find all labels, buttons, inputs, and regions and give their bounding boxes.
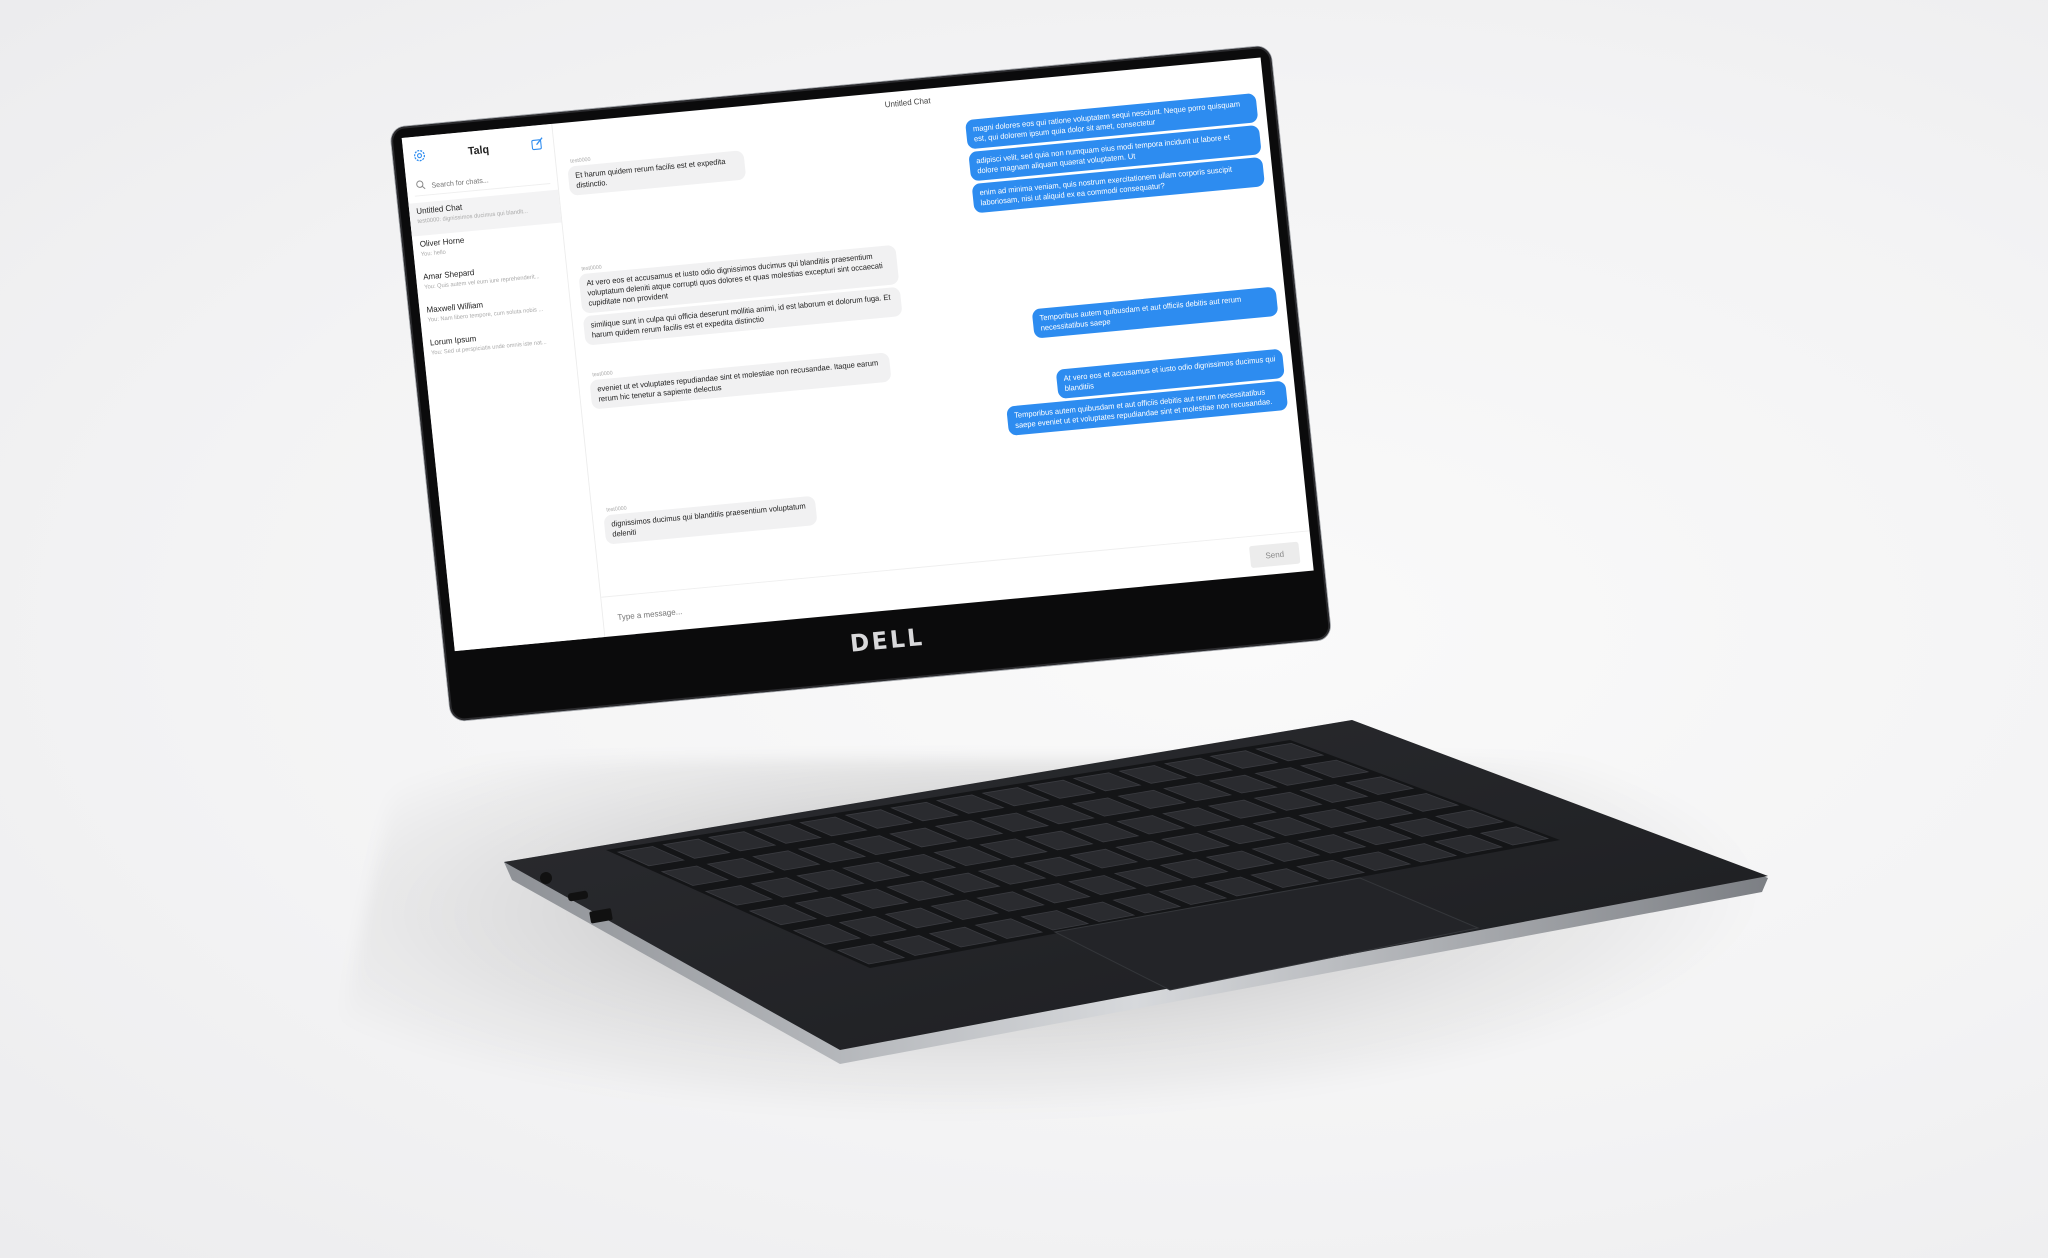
- keyboard-key: [838, 915, 908, 937]
- keyboard-key: [1207, 799, 1277, 819]
- keyboard-key: [1206, 824, 1276, 845]
- keyboard-key: [1116, 815, 1186, 835]
- keyboard-key: [887, 853, 957, 874]
- incoming-message-group: test0000 dignissimos ducimus qui blandit…: [603, 488, 818, 547]
- keyboard-key: [1344, 800, 1414, 820]
- keyboard-key: [1300, 759, 1370, 779]
- keyboard-key: [1022, 883, 1091, 904]
- keyboard-key: [1205, 850, 1275, 871]
- keyboard-key: [1297, 834, 1367, 854]
- keyboard-key: [1067, 875, 1137, 896]
- keyboard-key: [1071, 797, 1141, 817]
- keyboard-key: [1160, 832, 1230, 853]
- chat-list: Untitled Chat test0000: dignissimos duci…: [408, 189, 575, 368]
- keyboard-key: [931, 872, 1001, 893]
- keyboard-key: [1389, 793, 1460, 812]
- keyboard-key: [1162, 807, 1232, 827]
- keyboard-key: [1024, 830, 1094, 851]
- keyboard-key: [1433, 834, 1504, 854]
- keyboard-key: [1158, 884, 1228, 905]
- keyboard-key: [1434, 809, 1505, 829]
- keyboard-key: [1204, 876, 1274, 897]
- keyboard-key: [840, 888, 909, 909]
- keyboard-key: [1069, 848, 1139, 869]
- product-photo-stage: DELL Talq Search for chats... Untitled C…: [0, 0, 2048, 1258]
- keyboard-key: [1162, 782, 1233, 802]
- keyboard-key: [1066, 901, 1136, 922]
- laptop-lid: DELL Talq Search for chats... Untitled C…: [390, 45, 1332, 722]
- keyboard-key: [1113, 866, 1183, 887]
- keyboard-key: [1387, 843, 1458, 863]
- keyboard-key: [1208, 774, 1278, 794]
- keyboard-key: [1251, 842, 1321, 862]
- keyboard-key: [1252, 816, 1322, 837]
- keyboard-key: [976, 891, 1045, 912]
- keyboard-key: [974, 918, 1044, 939]
- outgoing-message-group: At vero eos et accusamus et iusto odio d…: [1003, 348, 1289, 439]
- keyboard-key: [928, 926, 998, 948]
- incoming-message-group: test0000 Et harum quidem rerum facilis e…: [567, 143, 747, 199]
- message-list: test0000 Et harum quidem rerum facilis e…: [555, 85, 1308, 581]
- keyboard-key: [886, 880, 955, 901]
- keyboard-key: [1298, 808, 1368, 828]
- keyboard-key: [1389, 817, 1459, 837]
- keyboard-key: [882, 935, 952, 956]
- outgoing-message: Temporibus autem quibusdam et aut offici…: [1031, 286, 1279, 339]
- keyboard-key: [884, 907, 954, 929]
- keyboard-key: [1344, 776, 1415, 795]
- search-icon: [416, 180, 426, 190]
- incoming-message-group: test0000 eveniet ut et voluptates repudi…: [589, 345, 892, 412]
- keyboard-key: [792, 923, 862, 945]
- keyboard-key: [1159, 858, 1229, 879]
- outgoing-message-group: Temporibus autem quibusdam et aut offici…: [1031, 286, 1279, 342]
- keyboard-key: [1070, 822, 1140, 843]
- chat-pane: Untitled Chat test0000 Et harum quidem r…: [552, 57, 1314, 638]
- keyboard-key: [1254, 767, 1324, 786]
- keyboard-key: [1342, 851, 1412, 871]
- keyboard-key: [1026, 805, 1095, 825]
- keyboard-key: [1115, 840, 1185, 861]
- keyboard-key: [1020, 910, 1090, 931]
- keyboard-key: [794, 896, 863, 918]
- send-button[interactable]: Send: [1248, 541, 1301, 569]
- screen: Talq Untitled Chat tes: [401, 57, 1314, 652]
- keyboard-key: [979, 838, 1048, 859]
- compose-icon[interactable]: [530, 136, 546, 152]
- keyboard-key: [1343, 826, 1413, 846]
- keyboard-key: [930, 899, 999, 920]
- keyboard-key: [1479, 826, 1550, 846]
- keyboard-key: [977, 864, 1047, 885]
- keyboard-key: [1296, 859, 1366, 880]
- keyboard-key: [1253, 791, 1323, 811]
- keyboard-key: [836, 943, 906, 965]
- keyboard-key: [1112, 893, 1182, 914]
- outgoing-message-group: magni dolores eos qui ratione voluptatem…: [964, 92, 1266, 216]
- keyboard-key: [1023, 856, 1093, 877]
- incoming-message-group: test0000 At vero eos et accusamus et ius…: [578, 237, 903, 348]
- keyboard-key: [748, 904, 818, 926]
- keyboard-key: [1250, 868, 1320, 888]
- keyboard-key: [1299, 784, 1369, 803]
